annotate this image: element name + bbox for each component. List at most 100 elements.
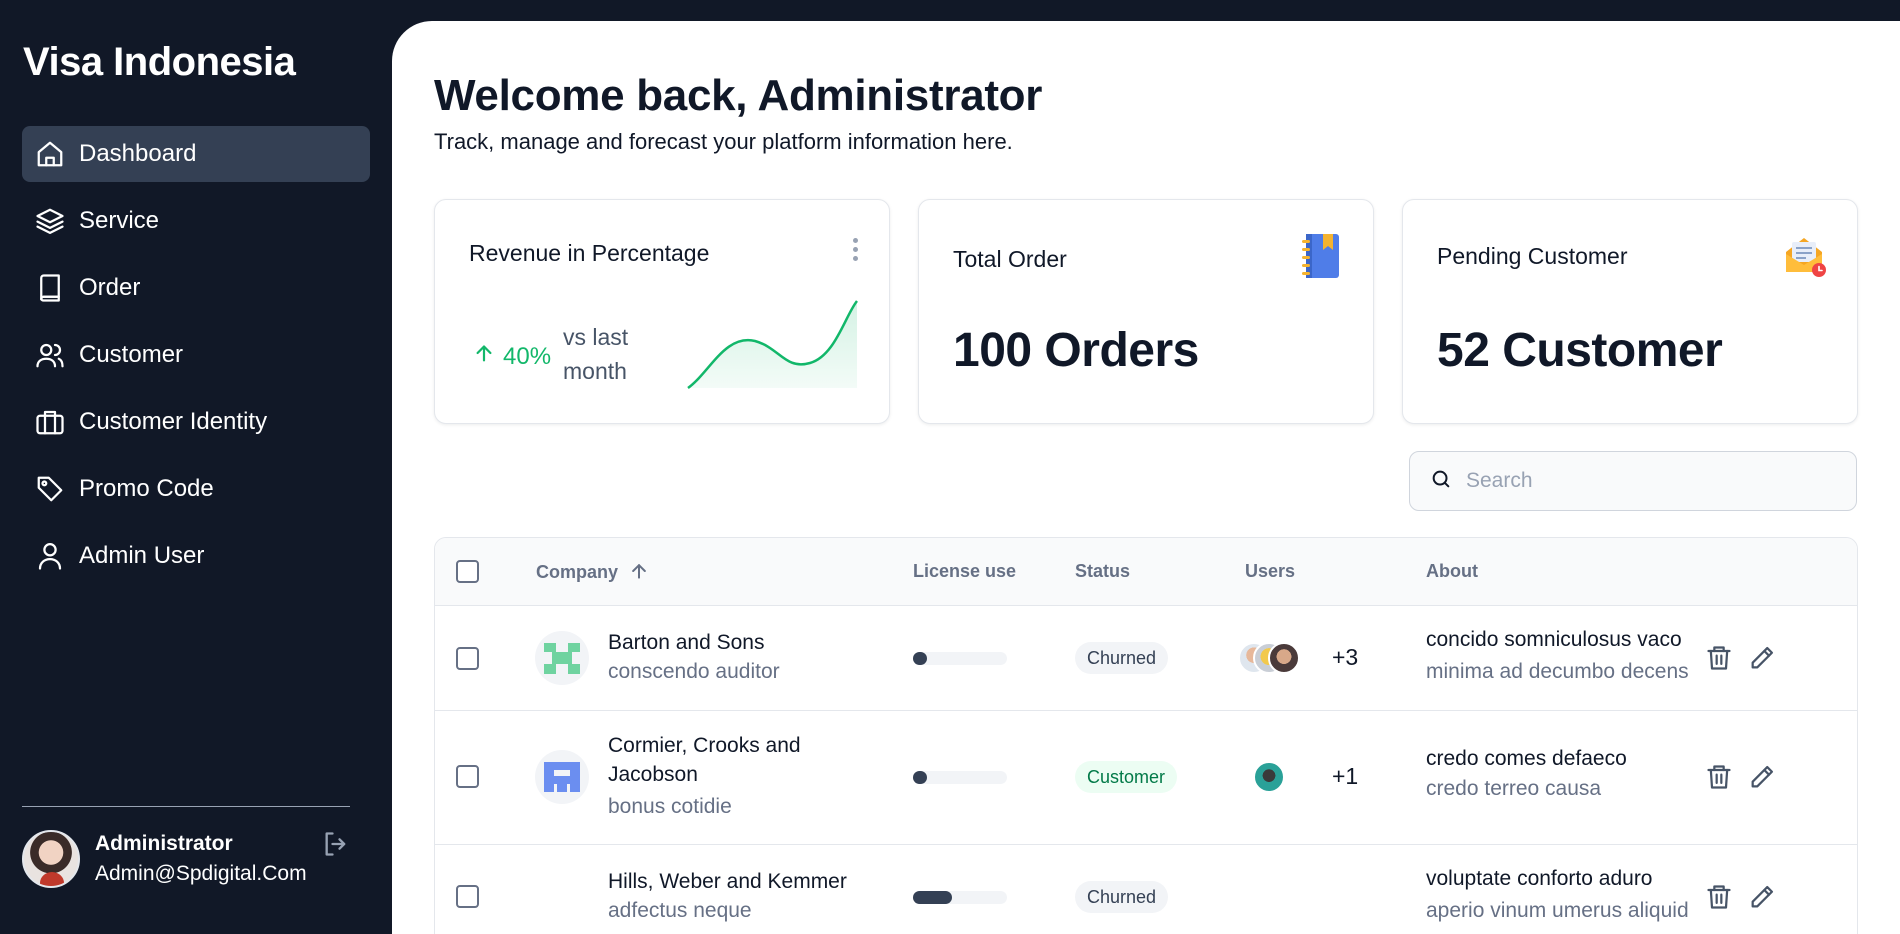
user-avatars — [1238, 642, 1308, 674]
trash-icon — [1705, 885, 1733, 915]
sidebar-item-label: Customer Identity — [79, 408, 268, 435]
company-table: Company License use Status Users About B… — [434, 537, 1858, 934]
tag-icon — [34, 473, 66, 505]
arrow-up-icon — [473, 342, 503, 371]
column-header-status[interactable]: Status — [1075, 561, 1130, 582]
search-box — [1409, 451, 1857, 511]
home-icon — [34, 138, 66, 170]
revenue-card-title: Revenue in Percentage — [469, 240, 710, 266]
user-avatar — [1253, 761, 1285, 793]
kebab-icon — [851, 238, 859, 261]
about-title: credo comes defaeco — [1426, 747, 1627, 770]
delete-button[interactable] — [1705, 644, 1733, 672]
about-title: voluptate conforto aduro — [1426, 867, 1653, 890]
profile-email: Admin@Spdigital.Com — [95, 862, 307, 885]
column-header-license[interactable]: License use — [913, 561, 1016, 582]
revenue-sparkline — [687, 300, 858, 390]
total-order-value: 100 Orders — [953, 324, 1199, 377]
license-bar-fill — [913, 771, 928, 784]
sidebar: Visa Indonesia Dashboard Service Order C… — [0, 0, 392, 934]
sidebar-item-promo-code[interactable]: Promo Code — [22, 461, 370, 517]
extra-users-count: +1 — [1332, 763, 1359, 789]
sidebar-item-customer[interactable]: Customer — [22, 327, 370, 383]
total-order-card: Total Order 100 Orders — [918, 199, 1374, 424]
extra-users-count: +3 — [1332, 644, 1359, 670]
row-checkbox[interactable] — [456, 647, 479, 670]
company-subtitle: adfectus neque — [608, 899, 752, 922]
notebook-icon — [1299, 232, 1343, 280]
about-subtitle: credo terreo causa — [1426, 777, 1602, 800]
license-bar-fill — [913, 891, 953, 904]
sidebar-item-order[interactable]: Order — [22, 260, 370, 316]
pencil-icon — [1748, 885, 1776, 915]
revenue-trend: 40% — [473, 342, 551, 371]
column-header-company[interactable]: Company — [536, 561, 649, 583]
company-subtitle: bonus cotidie — [608, 795, 732, 818]
edit-button[interactable] — [1748, 644, 1776, 672]
sidebar-item-service[interactable]: Service — [22, 193, 370, 249]
profile-name: Administrator — [95, 832, 233, 855]
page-subtitle: Track, manage and forecast your platform… — [434, 129, 1013, 154]
search-icon — [1430, 468, 1452, 495]
column-header-about[interactable]: About — [1426, 561, 1478, 582]
pending-customer-card: Pending Customer 52 Customer — [1402, 199, 1858, 424]
sidebar-item-label: Admin User — [79, 542, 205, 569]
more-options-button[interactable] — [851, 238, 859, 264]
edit-button[interactable] — [1748, 763, 1776, 791]
column-header-company-label: Company — [536, 562, 619, 582]
page-title: Welcome back, Administrator — [434, 71, 1043, 120]
revenue-change: 40% — [503, 342, 552, 370]
layers-icon — [34, 205, 66, 237]
mail-clock-icon — [1783, 232, 1827, 280]
license-bar — [913, 771, 1007, 784]
status-badge: Churned — [1075, 642, 1169, 674]
delete-button[interactable] — [1705, 763, 1733, 791]
status-badge: Churned — [1075, 881, 1169, 913]
row-checkbox[interactable] — [456, 885, 479, 908]
user-icon — [34, 540, 66, 572]
sidebar-nav: Dashboard Service Order Customer Custome… — [22, 126, 370, 595]
main-content: Welcome back, Administrator Track, manag… — [392, 21, 1900, 934]
table-row: Cormier, Crooks and Jacobson bonus cotid… — [435, 711, 1857, 845]
pencil-icon — [1748, 765, 1776, 795]
table-header: Company License use Status Users About — [435, 538, 1857, 606]
sidebar-item-admin-user[interactable]: Admin User — [22, 528, 370, 584]
sidebar-item-customer-identity[interactable]: Customer Identity — [22, 394, 370, 450]
table-row: Barton and Sons conscendo auditor Churne… — [435, 606, 1857, 711]
about-subtitle: minima ad decumbo decens — [1426, 660, 1689, 683]
trash-icon — [1705, 646, 1733, 676]
revenue-card: Revenue in Percentage 40% vs last month — [434, 199, 890, 424]
users-icon — [34, 339, 66, 371]
search-input[interactable] — [1466, 469, 1846, 493]
edit-button[interactable] — [1748, 883, 1776, 911]
avatar — [22, 830, 80, 888]
sort-arrow-up-icon — [623, 562, 649, 582]
company-name: Cormier, Crooks and Jacobson — [608, 734, 801, 786]
sidebar-item-dashboard[interactable]: Dashboard — [22, 126, 370, 182]
license-bar-fill — [913, 652, 928, 665]
license-bar — [913, 891, 1007, 904]
sidebar-item-label: Service — [79, 207, 160, 234]
company-name: Barton and Sons — [608, 631, 765, 654]
license-bar — [913, 652, 1007, 665]
logout-icon — [322, 832, 350, 862]
column-header-users[interactable]: Users — [1245, 561, 1295, 582]
trash-icon — [1705, 765, 1733, 795]
row-checkbox[interactable] — [456, 765, 479, 788]
briefcase-icon — [34, 406, 66, 438]
sidebar-item-label: Order — [79, 274, 141, 301]
delete-button[interactable] — [1705, 883, 1733, 911]
book-icon — [34, 272, 66, 304]
pending-customer-value: 52 Customer — [1437, 324, 1723, 377]
sidebar-item-label: Promo Code — [79, 475, 214, 502]
logout-button[interactable] — [322, 830, 352, 860]
about-title: concido somniculosus vaco — [1426, 628, 1682, 651]
user-avatars — [1253, 761, 1287, 793]
status-badge: Customer — [1075, 761, 1178, 793]
sidebar-divider — [22, 806, 350, 807]
pencil-icon — [1748, 646, 1776, 676]
pending-customer-title: Pending Customer — [1437, 243, 1628, 269]
about-subtitle: aperio vinum umerus aliquid — [1426, 899, 1689, 922]
brand-title: Visa Indonesia — [23, 40, 296, 84]
select-all-checkbox[interactable] — [456, 560, 479, 583]
